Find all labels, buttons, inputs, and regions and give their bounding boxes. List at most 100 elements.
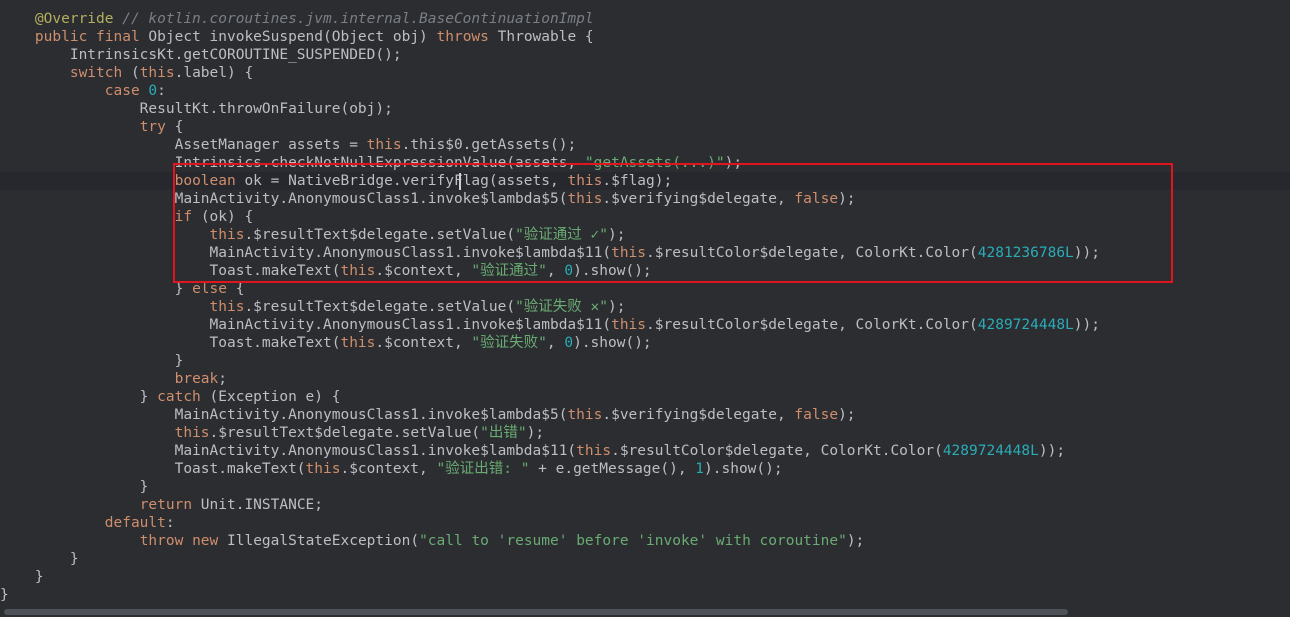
code-token: IntrinsicsKt.getCOROUTINE_SUSPENDED();: [0, 47, 402, 63]
code-token: this: [340, 263, 376, 279]
code-token: "验证出错: ": [436, 461, 530, 477]
code-line[interactable]: } else {: [0, 280, 1290, 298]
horizontal-scrollbar[interactable]: [0, 606, 1290, 617]
code-token: MainActivity.AnonymousClass1.invoke$lamb…: [0, 407, 568, 423]
code-token: (Exception e) {: [209, 389, 341, 405]
code-token: + e.getMessage(),: [529, 461, 696, 477]
code-line[interactable]: }: [0, 478, 1290, 496]
code-token: this: [567, 173, 603, 189]
code-token: );: [607, 227, 626, 243]
code-line[interactable]: if (ok) {: [0, 208, 1290, 226]
scrollbar-thumb[interactable]: [4, 609, 1068, 615]
code-line[interactable]: default:: [0, 514, 1290, 532]
code-line[interactable]: MainActivity.AnonymousClass1.invoke$lamb…: [0, 406, 1290, 424]
code-token: 4289724448L: [942, 443, 1039, 459]
code-token: .$verifying$delegate,: [602, 407, 795, 423]
code-line[interactable]: AssetManager assets = this.this$0.getAss…: [0, 136, 1290, 154]
code-line[interactable]: IntrinsicsKt.getCOROUTINE_SUSPENDED();: [0, 46, 1290, 64]
code-token: throws: [436, 29, 498, 45]
code-line[interactable]: Toast.makeText(this.$context, "验证失败", 0)…: [0, 334, 1290, 352]
code-token: // kotlin.coroutines.jvm.internal.BaseCo…: [122, 11, 594, 27]
code-token: 0: [564, 263, 574, 279]
code-token: "call to 'resume' before 'invoke' with c…: [419, 533, 847, 549]
code-token: ok = NativeBridge.verifyFlag(assets,: [244, 173, 568, 189]
code-line[interactable]: ResultKt.throwOnFailure(obj);: [0, 100, 1290, 118]
code-token: this: [611, 245, 647, 261]
code-line[interactable]: boolean ok = NativeBridge.verifyFlag(ass…: [0, 172, 1290, 190]
code-token: AssetManager assets =: [0, 137, 367, 153]
code-line[interactable]: throw new IllegalStateException("call to…: [0, 532, 1290, 550]
code-line[interactable]: MainActivity.AnonymousClass1.invoke$lamb…: [0, 316, 1290, 334]
code-line[interactable]: this.$resultText$delegate.setValue("验证通过…: [0, 226, 1290, 244]
code-token: :: [157, 83, 166, 99]
code-line[interactable]: Intrinsics.checkNotNullExpressionValue(a…: [0, 154, 1290, 172]
code-token: (: [130, 65, 140, 81]
code-line[interactable]: switch (this.label) {: [0, 64, 1290, 82]
code-token: MainActivity.AnonymousClass1.invoke$lamb…: [0, 245, 612, 261]
code-token: try: [139, 119, 175, 135]
code-token: false: [794, 191, 839, 207]
code-token: );: [526, 425, 545, 441]
code-line[interactable]: }: [0, 352, 1290, 370]
code-token: Throwable {: [497, 29, 594, 45]
code-token: ));: [1038, 443, 1066, 459]
code-token: .$resultColor$delegate, ColorKt.Color(: [646, 317, 978, 333]
code-line[interactable]: try {: [0, 118, 1290, 136]
code-token: IllegalStateException(: [227, 533, 420, 549]
code-token: .$context,: [340, 461, 437, 477]
code-token: Toast.makeText(: [0, 335, 341, 351]
code-token: (ok) {: [200, 209, 254, 225]
code-token: }: [0, 281, 193, 297]
code-line[interactable]: break;: [0, 370, 1290, 388]
code-line[interactable]: MainActivity.AnonymousClass1.invoke$lamb…: [0, 442, 1290, 460]
code-line[interactable]: this.$resultText$delegate.setValue("验证失败…: [0, 298, 1290, 316]
code-token: .$resultText$delegate.setValue(: [244, 227, 516, 243]
code-line[interactable]: MainActivity.AnonymousClass1.invoke$lamb…: [0, 244, 1290, 262]
code-token: {: [174, 119, 184, 135]
code-token: ).show();: [573, 263, 652, 279]
code-token: .$flag);: [602, 173, 673, 189]
code-line[interactable]: public final Object invokeSuspend(Object…: [0, 28, 1290, 46]
code-token: .$verifying$delegate,: [602, 191, 795, 207]
code-token: ).show();: [573, 335, 652, 351]
code-token: this: [567, 191, 603, 207]
text-caret: [459, 173, 461, 190]
code-token: .$resultColor$delegate, ColorKt.Color(: [611, 443, 943, 459]
code-token: ,: [546, 263, 565, 279]
code-token: ,: [546, 335, 565, 351]
code-line[interactable]: case 0:: [0, 82, 1290, 100]
code-token: "getAssets(...)": [584, 155, 725, 171]
code-token: :: [165, 515, 175, 531]
code-token: this: [209, 299, 245, 315]
code-token: );: [838, 191, 856, 207]
code-token: boolean: [174, 173, 245, 189]
code-token: if: [174, 209, 201, 225]
code-line[interactable]: this.$resultText$delegate.setValue("出错")…: [0, 424, 1290, 442]
code-editor[interactable]: @Override // kotlin.coroutines.jvm.inter…: [0, 0, 1290, 606]
code-line[interactable]: }: [0, 586, 1290, 604]
code-token: public final: [34, 29, 149, 45]
code-token: "出错": [480, 425, 527, 441]
code-token: else: [192, 281, 236, 297]
code-line[interactable]: Toast.makeText(this.$context, "验证出错: " +…: [0, 460, 1290, 478]
code-line[interactable]: Toast.makeText(this.$context, "验证通过", 0)…: [0, 262, 1290, 280]
code-token: 0: [148, 83, 158, 99]
code-line[interactable]: @Override // kotlin.coroutines.jvm.inter…: [0, 10, 1290, 28]
code-token: "验证失败": [471, 335, 547, 351]
code-line[interactable]: } catch (Exception e) {: [0, 388, 1290, 406]
code-token: @Override: [0, 11, 123, 27]
code-token: ;: [218, 371, 227, 387]
code-line[interactable]: return Unit.INSTANCE;: [0, 496, 1290, 514]
code-line[interactable]: }: [0, 550, 1290, 568]
code-line[interactable]: }: [0, 568, 1290, 586]
code-line[interactable]: MainActivity.AnonymousClass1.invoke$lamb…: [0, 190, 1290, 208]
code-token: 0: [564, 335, 574, 351]
code-token: this: [576, 443, 612, 459]
